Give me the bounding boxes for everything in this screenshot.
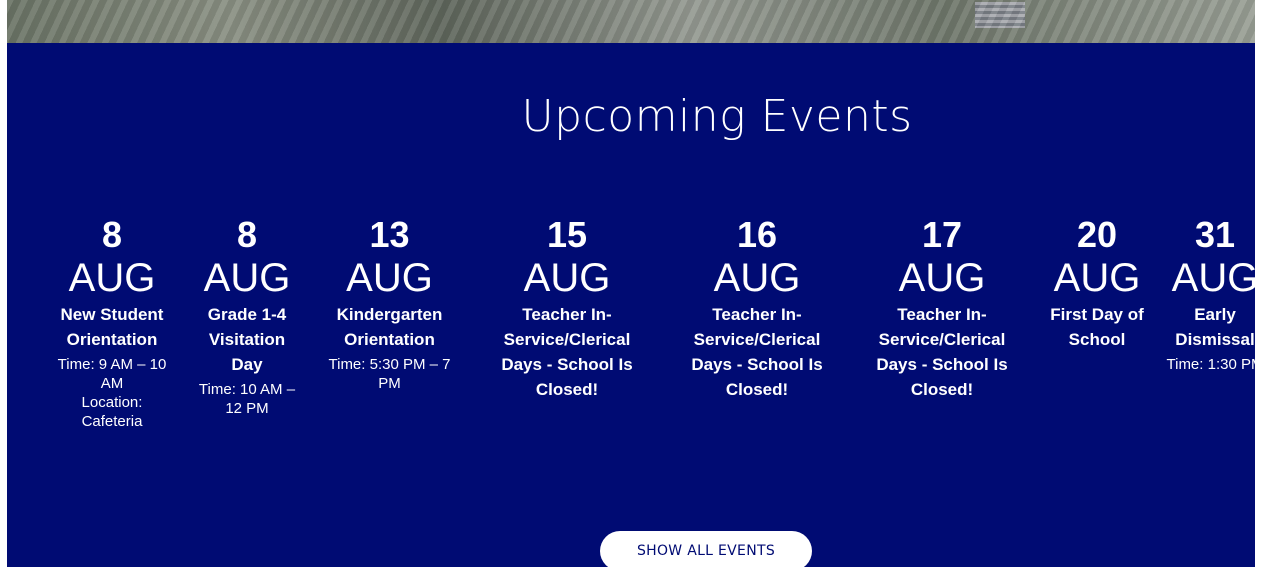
event-title[interactable]: New Student Orientation [57, 302, 167, 352]
event-month: AUG [203, 256, 291, 300]
event-month: AUG [898, 256, 986, 300]
event-month: AUG [523, 256, 611, 300]
event-location: Location: Cafeteria [81, 394, 143, 430]
flag-image [975, 2, 1025, 28]
event-title[interactable]: First Day of School [1047, 302, 1147, 352]
event-day: 15 [546, 214, 588, 255]
event-item[interactable]: 15 AUG Teacher In-Service/Clerical Days … [482, 217, 652, 402]
upcoming-events-section: Upcoming Events 8 AUG New Student Orient… [7, 43, 1261, 571]
event-month: AUG [68, 256, 156, 300]
event-time: Time: 5:30 PM – 7 PM [328, 356, 451, 392]
event-day: 16 [736, 214, 778, 255]
event-month: AUG [1171, 256, 1259, 300]
event-title[interactable]: Teacher In-Service/Clerical Days - Schoo… [672, 302, 842, 402]
event-item[interactable]: 20 AUG First Day of School [1047, 217, 1147, 352]
event-day: 13 [369, 214, 410, 255]
event-day: 20 [1076, 214, 1118, 255]
header-photo-strip [7, 0, 1255, 43]
event-item[interactable]: 13 AUG Kindergarten Orientation Time: 5:… [322, 217, 457, 393]
event-month: AUG [1053, 256, 1141, 300]
event-item[interactable]: 31 AUG Early Dismissal Time: 1:30 PM [1165, 217, 1261, 374]
event-time: Time: 1:30 PM [1166, 356, 1261, 373]
event-time: Time: 10 AM – 12 PM [198, 381, 296, 417]
event-time: Time: 9 AM – 10 AM [57, 356, 167, 392]
show-all-events-button[interactable]: SHOW ALL EVENTS [600, 531, 812, 571]
event-day: 8 [101, 214, 123, 255]
event-title[interactable]: Grade 1-4 Visitation Day [197, 302, 297, 377]
event-month: AUG [346, 256, 433, 300]
section-title: Upcoming Events [521, 91, 913, 142]
event-title[interactable]: Teacher In-Service/Clerical Days - Schoo… [857, 302, 1027, 402]
event-day: 8 [236, 214, 258, 255]
event-item[interactable]: 16 AUG Teacher In-Service/Clerical Days … [672, 217, 842, 402]
event-day: 17 [921, 214, 963, 255]
event-item[interactable]: 8 AUG Grade 1-4 Visitation Day Time: 10 … [197, 217, 297, 418]
event-day: 31 [1194, 214, 1236, 255]
event-item[interactable]: 8 AUG New Student Orientation Time: 9 AM… [57, 217, 167, 431]
event-title[interactable]: Kindergarten Orientation [322, 302, 457, 352]
event-title[interactable]: Early Dismissal [1165, 302, 1261, 352]
event-title[interactable]: Teacher In-Service/Clerical Days - Schoo… [482, 302, 652, 402]
event-month: AUG [713, 256, 801, 300]
event-item[interactable]: 17 AUG Teacher In-Service/Clerical Days … [857, 217, 1027, 402]
